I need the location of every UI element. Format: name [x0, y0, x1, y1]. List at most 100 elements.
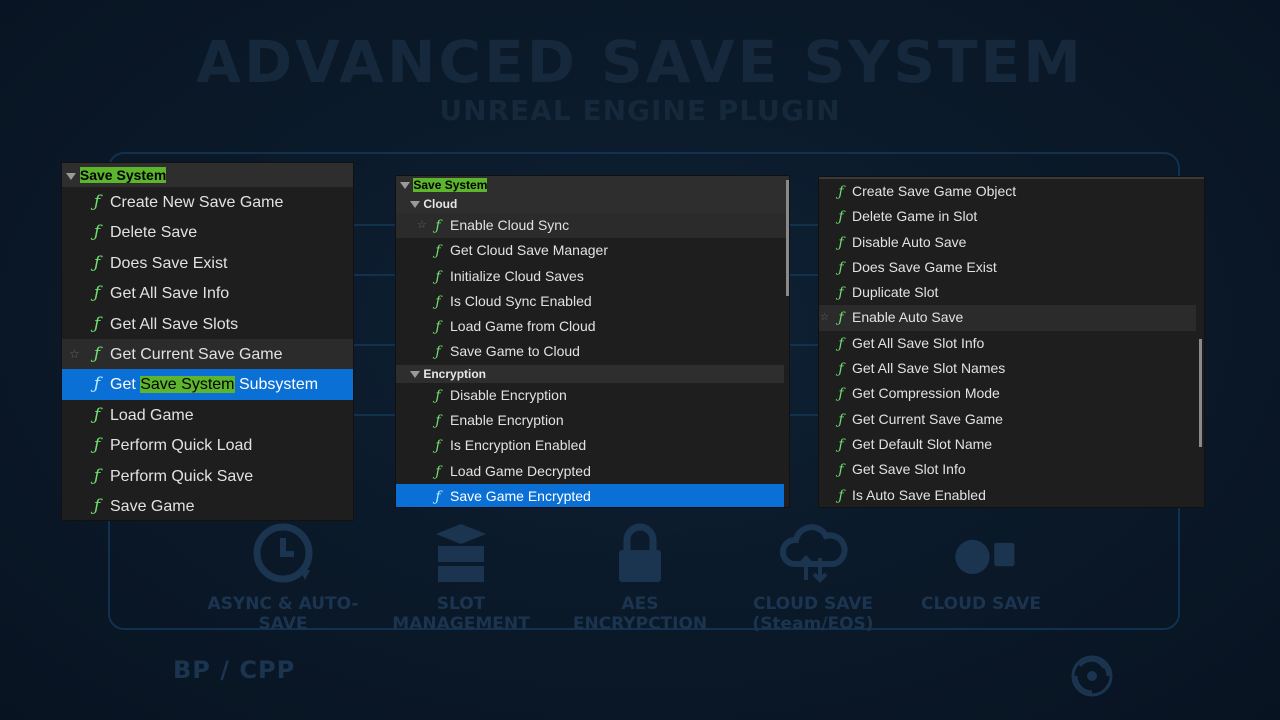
category-header-save-system[interactable]: Save System [396, 176, 789, 195]
list-item-selected[interactable]: ƒ Save Game Encrypted [396, 483, 784, 507]
function-icon: ƒ [435, 243, 441, 260]
function-icon: ƒ [838, 209, 844, 226]
list-item[interactable]: ƒ Initialize Cloud Saves [396, 264, 789, 289]
list-item[interactable]: ƒ Is Encryption Enabled [396, 433, 789, 458]
function-icon: ƒ [93, 343, 101, 364]
list-item-hovered[interactable]: ☆ ƒ Enable Cloud Sync [396, 213, 789, 239]
item-label: Initialize Cloud Saves [450, 267, 584, 284]
list-item-hovered[interactable]: ☆ ƒ Get Current Save Game [62, 338, 353, 370]
list-item[interactable]: ƒ Get All Save Slot Names [819, 356, 1204, 381]
item-label: Disable Auto Save [852, 233, 967, 250]
list-item[interactable]: ƒ Get Current Save Game [819, 407, 1204, 432]
list-item[interactable]: ƒ Create New Save Game [62, 187, 353, 217]
item-label: Perform Quick Save [110, 467, 254, 485]
padlock-icon [619, 523, 661, 582]
item-label-prefix: Get [110, 376, 141, 394]
scrollbar[interactable] [1199, 339, 1202, 447]
function-icon: ƒ [93, 404, 101, 425]
feature-cloud-save: CLOUD SAVE [896, 518, 1066, 614]
list-item[interactable]: ƒ Perform Quick Load [62, 430, 353, 460]
list-item[interactable]: ƒ Get Default Slot Name [819, 432, 1204, 457]
list-item[interactable]: ƒ Save Game to Cloud [396, 339, 789, 364]
bp-cpp-label: BP / CPP [173, 656, 296, 684]
feature-label: ASYNC & AUTO-SAVE [207, 594, 359, 634]
function-icon: ƒ [838, 234, 844, 251]
category-label: Save System [79, 167, 167, 183]
cloud-upload-icon [780, 524, 848, 583]
function-icon: ƒ [93, 465, 101, 486]
list-item[interactable]: ƒ Disable Encryption [396, 383, 789, 408]
list-item[interactable]: ƒ Create Save Game Object [819, 179, 1204, 204]
feature-aes-encryption: AES ENCRYPCTION [555, 518, 725, 634]
list-item[interactable]: ƒ Save Game [62, 491, 353, 520]
list-item[interactable]: ƒ Duplicate Slot [819, 280, 1204, 305]
feature-label: SLOT MANAGEMENT [392, 594, 530, 634]
list-item[interactable]: ƒ Load Game [62, 400, 353, 430]
category-header-save-system[interactable]: Save System [62, 163, 353, 187]
item-label: Get Default Slot Name [852, 435, 993, 452]
list-item-hovered[interactable]: ☆ ƒ Enable Auto Save [819, 305, 1196, 331]
subcategory-header-cloud[interactable]: Cloud [396, 195, 789, 213]
list-item-selected[interactable]: ƒ Get Save System Subsystem [62, 369, 353, 400]
item-label: Save Game to Cloud [450, 343, 580, 360]
item-label: Enable Encryption [450, 412, 564, 429]
item-label: Get All Save Slot Info [852, 334, 985, 351]
feature-label: CLOUD SAVE [920, 594, 1041, 614]
list-item[interactable]: ƒ Load Game from Cloud [396, 314, 789, 339]
search-match-highlight: Save System [140, 376, 235, 394]
item-label: Get Cloud Save Manager [450, 242, 608, 259]
list-item[interactable]: ƒ Does Save Exist [62, 248, 353, 278]
list-item[interactable]: ƒ Is Auto Save Enabled [819, 483, 1204, 507]
function-icon: ƒ [93, 313, 101, 334]
favorite-star-icon[interactable]: ☆ [69, 339, 80, 369]
item-label: Get All Save Info [110, 285, 230, 303]
stack-boxes-icon [436, 524, 486, 582]
function-icon: ƒ [838, 335, 844, 352]
item-label: Create New Save Game [110, 194, 284, 211]
function-icon: ƒ [838, 487, 844, 504]
list-item[interactable]: ƒ Disable Auto Save [819, 230, 1204, 255]
list-item[interactable]: ƒ Load Game Decrypted [396, 459, 789, 484]
collapse-arrow-icon[interactable] [410, 371, 420, 379]
item-label: Is Cloud Sync Enabled [450, 292, 592, 309]
list-item[interactable]: ƒ Get All Save Slot Info [819, 331, 1204, 356]
scrollbar[interactable] [786, 180, 789, 296]
item-label: Enable Auto Save [852, 309, 964, 326]
list-item[interactable]: ƒ Get Compression Mode [819, 381, 1204, 406]
list-item[interactable]: ƒ Does Save Game Exist [819, 255, 1204, 280]
function-icon: ƒ [838, 386, 844, 403]
collapse-arrow-icon[interactable] [66, 172, 76, 180]
function-icon: ƒ [838, 285, 844, 302]
item-label: Get Current Save Game [110, 345, 283, 363]
item-label: Delete Save [110, 224, 198, 242]
list-item[interactable]: ƒ Enable Encryption [396, 408, 789, 433]
list-item[interactable]: ƒ Is Cloud Sync Enabled [396, 289, 789, 314]
feature-cloud-save-steam-eos: CLOUD SAVE (Steam/EOS) [728, 518, 898, 634]
favorite-star-icon[interactable]: ☆ [820, 305, 829, 330]
item-label: Is Auto Save Enabled [852, 486, 986, 503]
favorite-star-icon[interactable]: ☆ [417, 213, 427, 238]
item-label: Does Save Exist [110, 254, 228, 272]
item-label: Load Game Decrypted [450, 462, 591, 479]
item-label: Get All Save Slots [110, 315, 239, 333]
list-item[interactable]: ƒ Delete Save [62, 217, 353, 247]
list-item[interactable]: ƒ Delete Game in Slot [819, 204, 1204, 229]
list-item[interactable]: ƒ Get All Save Info [62, 278, 353, 308]
function-icon: ƒ [435, 488, 441, 505]
function-icon: ƒ [838, 259, 844, 276]
function-icon: ƒ [838, 462, 844, 479]
collapse-arrow-icon[interactable] [400, 182, 410, 190]
banner-subtitle: UNREAL ENGINE PLUGIN [439, 94, 841, 127]
list-item[interactable]: ƒ Get Save Slot Info [819, 457, 1204, 482]
function-icon: ƒ [838, 184, 844, 200]
subcategory-header-encryption[interactable]: Encryption [396, 364, 784, 383]
list-item[interactable]: ƒ Get All Save Slots [62, 309, 353, 339]
function-icon: ƒ [93, 435, 101, 456]
list-item[interactable]: ƒ Get Cloud Save Manager [396, 238, 789, 263]
item-label: Is Encryption Enabled [450, 437, 587, 454]
collapse-arrow-icon[interactable] [410, 201, 420, 209]
list-item[interactable]: ƒ Perform Quick Save [62, 461, 353, 491]
item-label: Get All Save Slot Names [852, 360, 1006, 377]
function-icon: ƒ [93, 495, 101, 516]
item-label: Duplicate Slot [852, 284, 939, 301]
